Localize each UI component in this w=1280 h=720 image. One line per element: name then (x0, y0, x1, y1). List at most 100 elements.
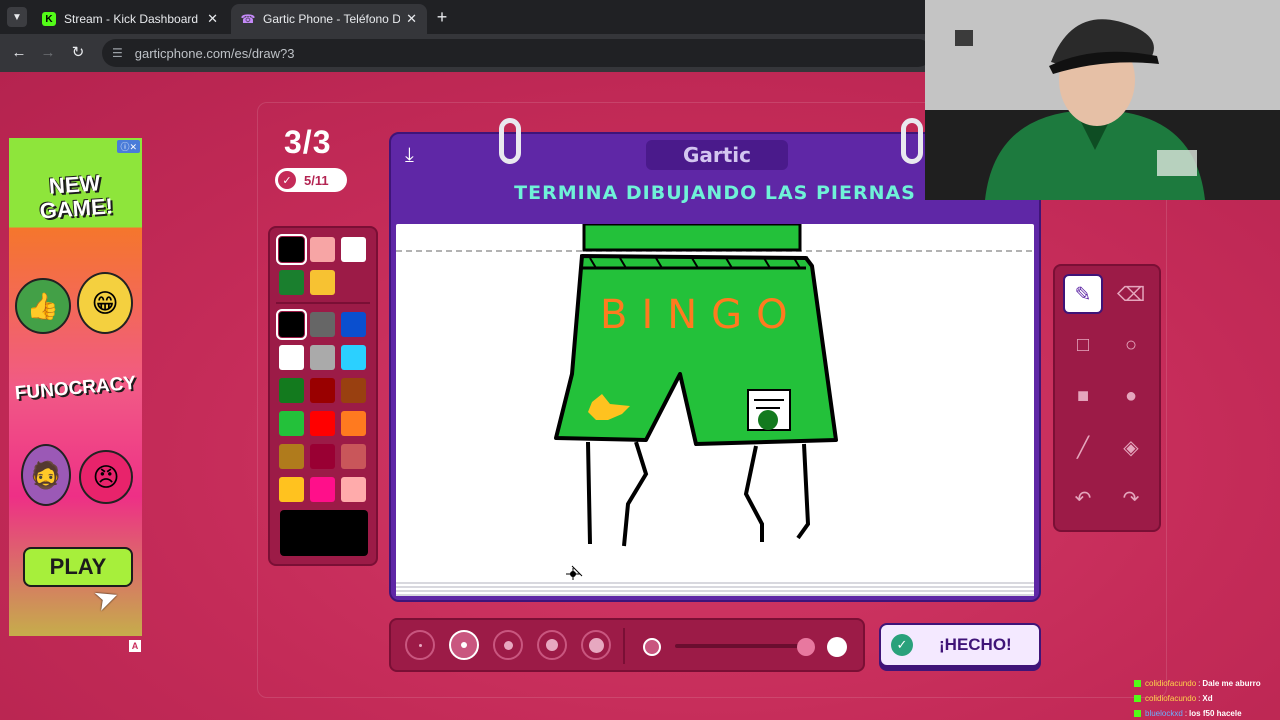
smiling-character-icon: 😁 (77, 272, 133, 334)
undo-icon[interactable]: ↶ (1063, 478, 1103, 518)
tab-search-chevron-icon[interactable]: ▼ (7, 7, 27, 27)
color-swatch[interactable] (310, 270, 335, 295)
chat-username: bluelockxd (1145, 709, 1183, 718)
stream-chat-overlay: colidiofacundo: Dale me aburro colidiofacu… (1134, 676, 1280, 720)
tab-title: Gartic Phone - Teléfono Descon (263, 12, 401, 26)
color-swatch[interactable] (279, 444, 304, 469)
fill-bucket-icon[interactable]: ◈ (1111, 427, 1151, 467)
notebook-ring-right (901, 118, 923, 164)
rectangle-fill-icon[interactable]: ■ (1063, 376, 1103, 416)
color-swatch[interactable] (341, 477, 366, 502)
color-swatch[interactable] (276, 234, 307, 265)
advertisement[interactable]: ⓘ✕ NEW GAME! 👍 😁 FUNOCRACY 🧔 😠 PLAY ➤ (9, 138, 142, 636)
done-button-label: ¡HECHO! (939, 635, 1012, 654)
notebook-page-edges (396, 580, 1034, 596)
color-swatch[interactable] (341, 312, 366, 337)
drawing-board: ⤓ Gartic TERMINA DIBUJANDO LAS PIERNAS B… (389, 118, 1041, 602)
forward-arrow-icon[interactable]: → (37, 42, 59, 64)
color-swatch[interactable] (341, 411, 366, 436)
close-icon[interactable]: ✕ (207, 11, 218, 27)
back-arrow-icon[interactable]: ← (8, 42, 30, 64)
color-swatch[interactable] (279, 270, 304, 295)
tab-title: Stream - Kick Dashboard (64, 12, 199, 26)
chat-badge-icon (1134, 695, 1141, 702)
color-swatch[interactable] (310, 444, 335, 469)
brush-size-option[interactable] (449, 630, 479, 660)
color-swatch[interactable] (310, 477, 335, 502)
chat-message: colidiofacundo: Xd (1134, 691, 1280, 706)
chat-badge-icon (1134, 680, 1141, 687)
canvas-text: BINGO (600, 292, 802, 338)
chat-separator: : (1198, 679, 1201, 688)
eraser-icon[interactable]: ⌫ (1111, 274, 1151, 314)
color-palette (268, 226, 378, 566)
url-text: garticphone.com/es/draw?3 (134, 45, 295, 61)
color-swatch[interactable] (279, 411, 304, 436)
ad-brand-logo: FUNOCRACY (14, 372, 137, 405)
circle-fill-icon[interactable]: ● (1111, 376, 1151, 416)
color-swatch[interactable] (310, 411, 335, 436)
line-icon[interactable]: ╱ (1063, 427, 1103, 467)
new-tab-plus-icon[interactable]: + (432, 7, 452, 28)
opacity-high-icon (827, 637, 847, 657)
brush-size-option[interactable] (581, 630, 611, 660)
close-icon[interactable]: ✕ (406, 11, 417, 27)
color-swatch[interactable] (279, 378, 304, 403)
phone-icon: ☎ (240, 12, 256, 26)
tab-kick-dashboard[interactable]: K Stream - Kick Dashboard ✕ (32, 4, 228, 34)
players-done-badge: ✓ 5/11 (275, 168, 347, 192)
color-swatch[interactable] (341, 378, 366, 403)
color-swatch[interactable] (310, 237, 335, 262)
color-swatch[interactable] (279, 345, 304, 370)
brush-settings-bar (389, 618, 865, 672)
reload-icon[interactable]: ↻ (67, 42, 89, 64)
redo-icon[interactable]: ↷ (1111, 478, 1151, 518)
color-swatch[interactable] (310, 312, 335, 337)
opacity-slider[interactable] (675, 644, 815, 648)
crosshair-cursor-icon (566, 565, 583, 580)
brush-dot-icon (418, 643, 422, 647)
streamer-webcam (925, 0, 1280, 200)
brush-dot-icon (461, 642, 467, 648)
ad-play-button[interactable]: PLAY (23, 547, 133, 587)
gartic-logo: Gartic (646, 140, 788, 170)
rectangle-outline-icon[interactable]: □ (1063, 325, 1103, 365)
brush-size-option[interactable] (537, 630, 567, 660)
drawing-canvas[interactable]: BINGO (396, 224, 1034, 594)
round-counter: 3/3 (284, 124, 332, 160)
chat-text: Xd (1202, 694, 1213, 703)
color-swatch[interactable] (276, 309, 307, 340)
kick-icon: K (42, 12, 56, 26)
color-swatch[interactable] (341, 237, 366, 262)
chat-text: Dale me aburro (1202, 679, 1261, 688)
palette-divider (276, 302, 370, 304)
adchoices-icon[interactable]: A (129, 640, 141, 652)
opacity-slider-handle[interactable] (797, 638, 815, 656)
color-swatch[interactable] (341, 444, 366, 469)
color-swatch[interactable] (310, 345, 335, 370)
color-swatch[interactable] (279, 477, 304, 502)
chat-badge-icon (1134, 710, 1141, 717)
check-icon: ✓ (891, 634, 913, 656)
site-settings-icon[interactable]: ☰ (112, 46, 123, 60)
address-bar[interactable]: ☰ garticphone.com/es/draw?3 (102, 39, 932, 67)
pencil-icon[interactable]: ✎ (1063, 274, 1103, 314)
tab-gartic-phone[interactable]: ☎ Gartic Phone - Teléfono Descon ✕ (231, 4, 427, 34)
players-done-count: 5/11 (304, 172, 329, 188)
brush-size-option[interactable] (405, 630, 435, 660)
chat-separator: : (1184, 709, 1188, 718)
brush-size-option[interactable] (493, 630, 523, 660)
current-color-preview[interactable] (280, 510, 368, 556)
brush-dot-icon (503, 640, 513, 650)
chat-username: colidiofacundo (1145, 679, 1197, 688)
circle-outline-icon[interactable]: ○ (1111, 325, 1151, 365)
angry-face-icon: 😠 (79, 450, 133, 504)
color-swatch[interactable] (310, 378, 335, 403)
check-icon: ✓ (278, 171, 296, 189)
color-swatch[interactable] (341, 345, 366, 370)
ad-info-icon[interactable]: ⓘ✕ (117, 140, 140, 153)
download-icon[interactable]: ⤓ (405, 144, 414, 167)
done-button[interactable]: ✓ ¡HECHO! (879, 623, 1041, 667)
canvas-drawing: BINGO (396, 224, 1034, 580)
brush-dot-icon (588, 637, 604, 653)
